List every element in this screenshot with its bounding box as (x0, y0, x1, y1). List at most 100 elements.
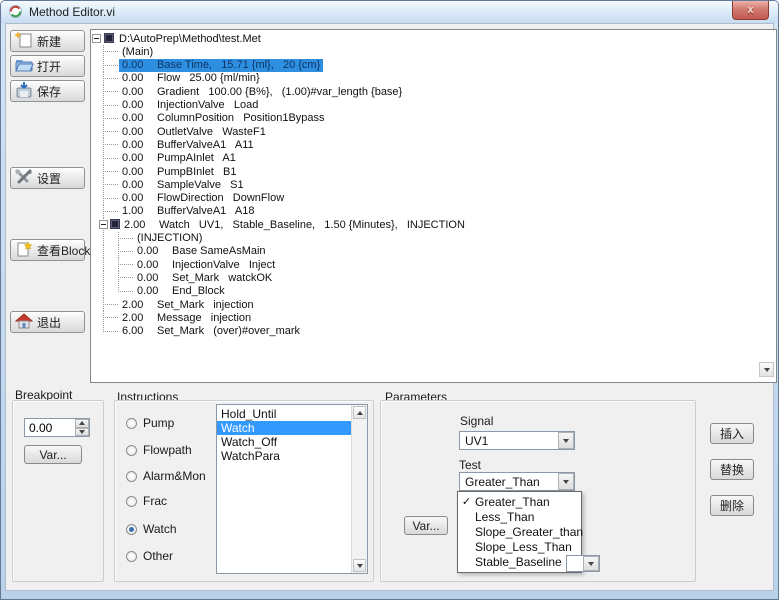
breakpoint-value-spinner[interactable]: 0.00 (24, 418, 90, 437)
sidebar-button-open[interactable]: 打开 (10, 55, 85, 77)
tree-scroll-down-button[interactable] (759, 362, 774, 377)
sidebar-button-label: 设置 (37, 170, 61, 187)
radio-pump[interactable]: Pump (126, 416, 174, 430)
tree-connector (103, 91, 118, 92)
tree-row-time: 0.00 (137, 272, 172, 284)
tree-row[interactable]: 0.00OutletValve WasteF1 (91, 125, 776, 138)
tree-row-text: D:\AutoPrep\Method\test.Met (119, 33, 261, 45)
radio-frac[interactable]: Frac (126, 494, 167, 508)
scroll-up-button[interactable] (353, 406, 366, 419)
breakpoint-var-button[interactable]: Var... (24, 445, 82, 464)
tree-row[interactable]: 0.00FlowDirection DownFlow (91, 192, 776, 205)
close-button[interactable]: x (732, 1, 769, 20)
tree-row-text: Base SameAsMain (172, 245, 266, 257)
tree-row[interactable]: 0.00SampleValve S1 (91, 178, 776, 191)
tree-row[interactable]: 0.00Base SameAsMain (91, 245, 776, 258)
tree-row-time: 0.00 (122, 72, 157, 84)
listbox-scrollbar[interactable] (351, 405, 367, 573)
tree-row-content: 0.00PumpAInlet A1 (119, 152, 239, 165)
tree-row-content: 0.00Base Time, 15.71 {ml}, 20 {cm} (119, 59, 323, 72)
sidebar-button-exit[interactable]: 退出 (10, 311, 85, 333)
tree-row[interactable]: 1.00BufferValveA1 A18 (91, 205, 776, 218)
tree-row-text: Set_Mark (over)#over_mark (157, 325, 300, 337)
tree-expander-icon[interactable] (92, 34, 101, 43)
tree-expander-icon[interactable] (99, 220, 108, 229)
parameters-var-button[interactable]: Var... (404, 516, 448, 535)
tree-row[interactable]: 2.00Message injection (91, 311, 776, 324)
tree-row-text: SampleValve S1 (157, 179, 244, 191)
insert-button[interactable]: 插入 (710, 423, 754, 444)
check-spacer (458, 540, 475, 555)
combo-arrow-icon[interactable] (558, 432, 574, 449)
dropdown-option-greater-than[interactable]: ✓Greater_Than (458, 495, 581, 510)
tree-row-text: (Main) (122, 46, 153, 58)
signal-combobox[interactable]: UV1 (459, 431, 575, 450)
sidebar-button-view-block[interactable]: 查看Block (10, 239, 85, 261)
radio-label: Pump (143, 416, 174, 430)
tree-row[interactable]: 0.00InjectionValve Inject (91, 258, 776, 271)
tree-row[interactable]: 2.00Watch UV1, Stable_Baseline, 1.50 {Mi… (91, 218, 776, 231)
tree-row[interactable]: (INJECTION) (91, 232, 776, 245)
tree-row[interactable]: 2.00Set_Mark injection (91, 298, 776, 311)
radio-flowpath[interactable]: Flowpath (126, 443, 192, 457)
sidebar-button-settings[interactable]: 设置 (10, 167, 85, 189)
tree-row[interactable]: 0.00InjectionValve Load (91, 99, 776, 112)
tree-row[interactable]: 0.00Set_Mark watckOK (91, 271, 776, 284)
tree-row-text: ColumnPosition Position1Bypass (157, 112, 325, 124)
dropdown-option-slope-greater-than[interactable]: Slope_Greater_than (458, 525, 581, 540)
tree-row[interactable]: 0.00End_Block (91, 285, 776, 298)
tree-row-text: InjectionValve Inject (172, 259, 275, 271)
radio-label: Alarm&Mon (143, 469, 206, 483)
dropdown-option-stable-baseline[interactable]: Stable_Baseline (458, 555, 581, 570)
view-block-icon (14, 240, 34, 261)
radio-watch[interactable]: Watch (126, 522, 177, 536)
test-dropdown-list[interactable]: ✓Greater_ThanLess_ThanSlope_Greater_than… (457, 491, 582, 573)
tree-row-text: Base Time, 15.71 {ml}, 20 {cm} (157, 59, 320, 71)
list-item[interactable]: Watch (217, 421, 351, 435)
tree-connector (118, 277, 133, 278)
test-value: Greater_Than (465, 475, 540, 489)
list-item[interactable]: Hold_Until (217, 407, 351, 421)
hidden-combobox[interactable] (566, 555, 600, 572)
tree-row[interactable]: D:\AutoPrep\Method\test.Met (91, 32, 776, 45)
tree-row[interactable]: 0.00Gradient 100.00 {B%}, (1.00)#var_len… (91, 85, 776, 98)
delete-button[interactable]: 删除 (710, 495, 754, 516)
spinner-down-button[interactable] (75, 428, 89, 437)
tree-row[interactable]: 0.00ColumnPosition Position1Bypass (91, 112, 776, 125)
dropdown-option-less-than[interactable]: Less_Than (458, 510, 581, 525)
title-bar[interactable]: Method Editor.vi x (1, 1, 778, 23)
radio-alarm-mon[interactable]: Alarm&Mon (126, 469, 206, 483)
combo-arrow-icon[interactable] (583, 556, 599, 571)
tree-row[interactable]: 0.00PumpBInlet B1 (91, 165, 776, 178)
tree-row-content: D:\AutoPrep\Method\test.Met (116, 32, 264, 45)
sidebar-button-new[interactable]: 新建 (10, 30, 85, 52)
test-combobox[interactable]: Greater_Than (459, 472, 575, 491)
client-area: D:\AutoPrep\Method\test.Met(Main)0.00Bas… (5, 23, 774, 591)
tree-row[interactable]: 0.00Flow 25.00 {ml/min} (91, 72, 776, 85)
list-item[interactable]: WatchPara (217, 449, 351, 463)
tree-connector (103, 105, 118, 106)
spinner-up-button[interactable] (75, 419, 89, 428)
dropdown-option-label: Greater_Than (475, 495, 550, 510)
dropdown-option-slope-less-than[interactable]: Slope_Less_Than (458, 540, 581, 555)
method-tree[interactable]: D:\AutoPrep\Method\test.Met(Main)0.00Bas… (90, 29, 777, 383)
tree-row[interactable]: 0.00Base Time, 15.71 {ml}, 20 {cm} (91, 59, 776, 72)
dropdown-option-label: Less_Than (475, 510, 534, 525)
tree-connector (103, 158, 118, 159)
tree-row[interactable]: 0.00PumpAInlet A1 (91, 152, 776, 165)
tree-row[interactable]: 0.00BufferValveA1 A11 (91, 138, 776, 151)
tree-row-content: 0.00Flow 25.00 {ml/min} (119, 72, 263, 85)
sidebar-button-save[interactable]: 保存 (10, 80, 85, 102)
combo-arrow-icon[interactable] (558, 473, 574, 490)
tree-row[interactable]: (Main) (91, 45, 776, 58)
scroll-down-button[interactable] (353, 559, 366, 572)
check-spacer (458, 510, 475, 525)
radio-circle-icon (126, 418, 137, 429)
tree-row[interactable]: 6.00Set_Mark (over)#over_mark (91, 325, 776, 338)
list-item[interactable]: Watch_Off (217, 435, 351, 449)
tree-row-time: 0.00 (122, 166, 157, 178)
replace-button[interactable]: 替换 (710, 459, 754, 480)
instruction-listbox[interactable]: Hold_UntilWatchWatch_OffWatchPara (216, 404, 368, 574)
sidebar-button-label: 打开 (37, 58, 61, 75)
radio-other[interactable]: Other (126, 549, 173, 563)
